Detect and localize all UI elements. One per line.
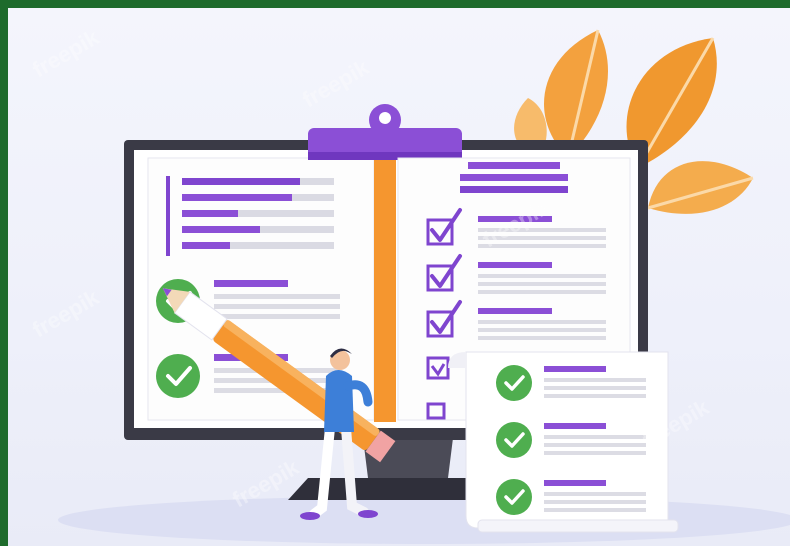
watermark-text: freepik <box>298 54 374 112</box>
checklist-illustration: freepik freepik freepik freepik freepik … <box>28 24 790 544</box>
check-circle-icon <box>156 354 200 398</box>
watermark-text: freepik <box>28 24 104 82</box>
check-circle-icon <box>496 479 532 515</box>
watermark-text: freepik <box>28 284 104 342</box>
check-circle-icon <box>496 365 532 401</box>
page-spine <box>374 154 396 422</box>
clipboard-clip-icon <box>308 104 462 160</box>
illustration-canvas: freepik freepik freepik freepik freepik … <box>8 8 790 546</box>
ground-shadow <box>58 496 790 544</box>
right-heading-bars <box>460 162 568 193</box>
check-circle-icon <box>496 422 532 458</box>
